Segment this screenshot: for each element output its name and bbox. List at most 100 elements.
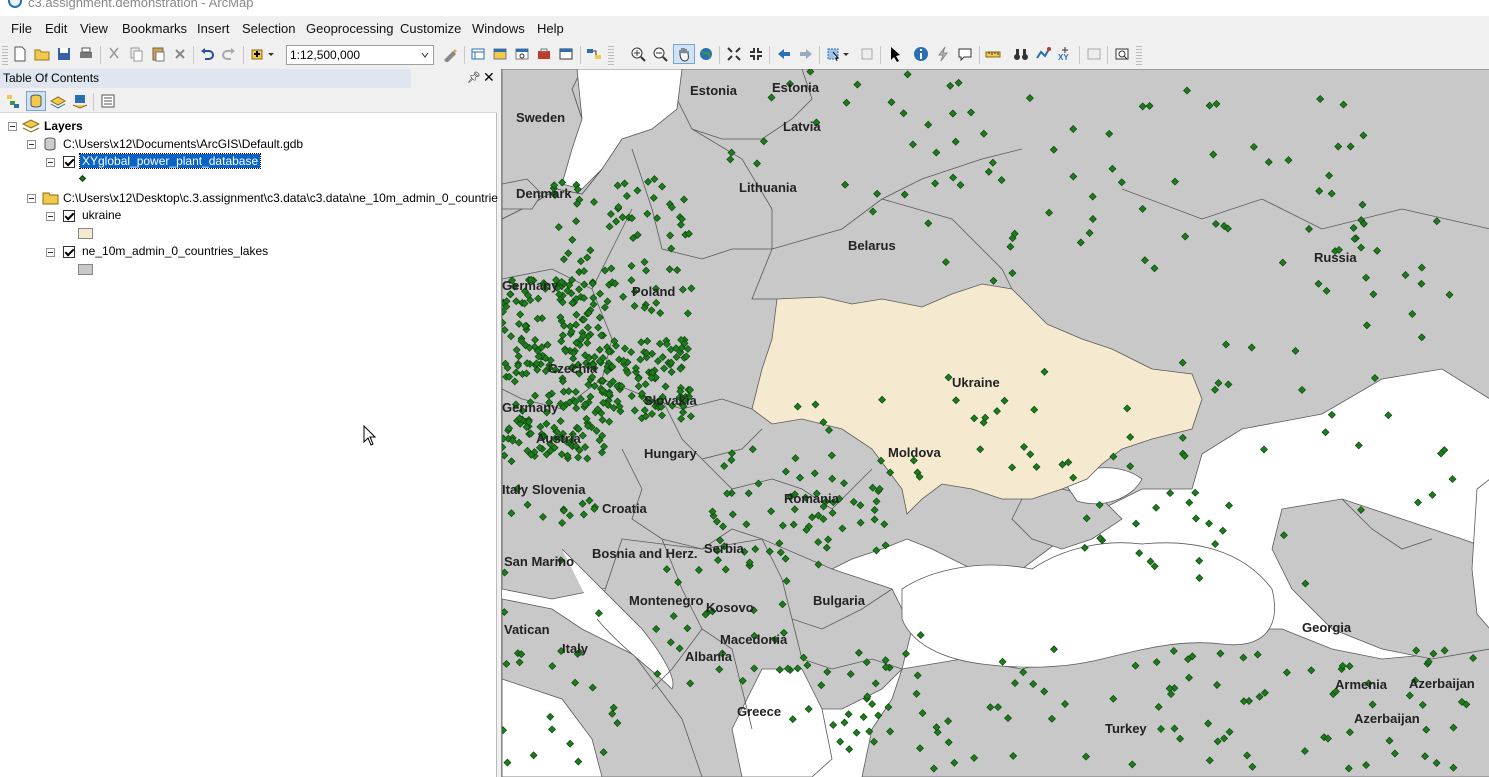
save-icon[interactable] [55,45,73,63]
toolbar-grip[interactable] [2,46,8,66]
menu-geoprocessing[interactable]: Geoprocessing [306,21,393,36]
toolbar-grip[interactable] [608,46,614,66]
power-plant-point[interactable] [1191,488,1200,497]
shapefile-folder-group[interactable]: C:\Users\x12\Desktop\c.3.assignment\c3.d… [0,189,498,207]
select-features-icon[interactable] [825,45,851,63]
power-plant-point[interactable] [1152,503,1161,512]
power-plant-point[interactable] [868,700,877,709]
toolbar-grip[interactable] [1136,46,1142,66]
power-plant-point[interactable] [845,745,854,754]
map-data-view[interactable]: Estonia Estonia Sweden Latvia Denmark Lithuan… [501,69,1489,777]
table-of-contents-icon[interactable] [469,45,487,63]
power-plant-point[interactable] [829,721,838,729]
power-plant-point[interactable] [1218,526,1227,535]
menu-customize[interactable]: Customize [400,21,461,36]
undo-icon[interactable] [198,45,216,63]
power-plant-point[interactable] [1166,489,1175,498]
power-plant-point[interactable] [1225,501,1233,510]
power-plant-point[interactable] [1327,410,1336,419]
layer-name-ukraine[interactable]: ukraine [82,208,121,222]
clear-selection-icon[interactable] [858,45,876,63]
collapse-icon[interactable] [27,140,36,149]
go-to-xy-icon[interactable]: XY [1056,45,1074,63]
add-data-icon[interactable] [249,45,277,63]
search-window-icon[interactable] [513,45,531,63]
layer-row-power-plants[interactable]: XYglobal_power_plant_database [0,153,497,171]
pan-hand-icon[interactable] [673,44,695,64]
fixed-zoom-in-icon[interactable] [725,45,743,63]
menu-bookmarks[interactable]: Bookmarks [122,21,187,36]
menu-view[interactable]: View [80,21,108,36]
paste-icon[interactable] [149,45,167,63]
layer-visibility-checkbox[interactable] [63,246,75,258]
find-binoculars-icon[interactable] [1012,45,1030,63]
layer-row-ukraine[interactable]: ukraine [0,207,497,225]
create-viewer-window-icon[interactable] [1113,45,1131,63]
power-plant-point[interactable] [1414,498,1422,507]
go-back-extent-icon[interactable] [775,45,793,63]
map-canvas[interactable]: Estonia Estonia Sweden Latvia Denmark Lithuan… [502,69,1489,777]
power-plant-point[interactable] [1448,475,1457,484]
zoom-out-icon[interactable] [651,45,669,63]
layer-row-countries-lakes[interactable]: ne_10m_admin_0_countries_lakes [0,243,497,261]
layer-visibility-checkbox[interactable] [63,210,75,222]
time-slider-icon[interactable] [1085,45,1103,63]
power-plant-point[interactable] [1205,519,1213,528]
redo-icon[interactable] [220,45,238,63]
options-icon[interactable] [98,91,118,111]
list-by-source-icon[interactable] [26,91,46,111]
new-document-icon[interactable] [11,45,29,63]
power-plant-point[interactable] [1132,519,1140,528]
collapse-icon[interactable] [46,212,55,221]
arctoolbox-icon[interactable] [535,45,553,63]
layer-name-countries-lakes[interactable]: ne_10m_admin_0_countries_lakes [82,244,268,258]
power-plant-point[interactable] [1354,441,1363,450]
power-plant-point[interactable] [844,710,853,719]
power-plant-point[interactable] [1192,514,1200,523]
gdb-source-group[interactable]: C:\Users\x12\Documents\ArcGIS\Default.gd… [0,135,497,153]
go-forward-extent-icon[interactable] [797,45,815,63]
power-plant-point[interactable] [1185,498,1194,507]
polygon-symbol-swatch[interactable] [78,228,93,239]
open-folder-icon[interactable] [33,45,51,63]
menu-file[interactable]: File [11,21,32,36]
menu-insert[interactable]: Insert [197,21,230,36]
html-popup-icon[interactable] [956,45,974,63]
pin-icon[interactable]: 📌︎ [467,71,481,84]
map-scale-combobox[interactable]: 1:12,500,000 [286,45,434,65]
hyperlink-lightning-icon[interactable] [934,45,952,63]
menu-windows[interactable]: Windows [472,21,525,36]
delete-icon[interactable] [171,45,189,63]
power-plant-point[interactable] [852,728,861,737]
zoom-in-icon[interactable] [629,45,647,63]
close-icon[interactable]: ✕ [483,69,495,86]
model-builder-icon[interactable] [585,45,603,63]
editor-toolbar-icon[interactable] [441,45,459,63]
power-plant-point[interactable] [859,713,868,721]
power-plant-point[interactable] [1260,445,1268,454]
collapse-icon[interactable] [46,158,55,167]
power-plant-point[interactable] [840,718,849,727]
polygon-symbol-swatch[interactable] [78,264,93,275]
layers-root[interactable]: Layers [0,117,497,135]
python-window-icon[interactable] [557,45,575,63]
menu-selection[interactable]: Selection [242,21,295,36]
cut-icon[interactable] [105,45,123,63]
identify-icon[interactable] [912,45,930,63]
power-plant-point[interactable] [1321,428,1330,437]
list-by-selection-icon[interactable] [70,91,90,111]
collapse-icon[interactable] [27,194,36,203]
power-plant-point[interactable] [836,737,845,746]
layer-name-power-plants[interactable]: XYglobal_power_plant_database [78,153,262,169]
layer-visibility-checkbox[interactable] [63,156,75,168]
fixed-zoom-out-icon[interactable] [747,45,765,63]
list-by-drawing-order-icon[interactable] [4,91,24,111]
collapse-icon[interactable] [46,248,55,257]
collapse-icon[interactable] [8,122,17,131]
power-plant-point[interactable] [1384,411,1393,420]
power-plant-point[interactable] [1211,540,1220,548]
full-extent-globe-icon[interactable] [697,45,715,63]
find-route-icon[interactable] [1034,45,1052,63]
select-elements-arrow-icon[interactable] [886,45,904,63]
list-by-visibility-icon[interactable] [48,91,68,111]
